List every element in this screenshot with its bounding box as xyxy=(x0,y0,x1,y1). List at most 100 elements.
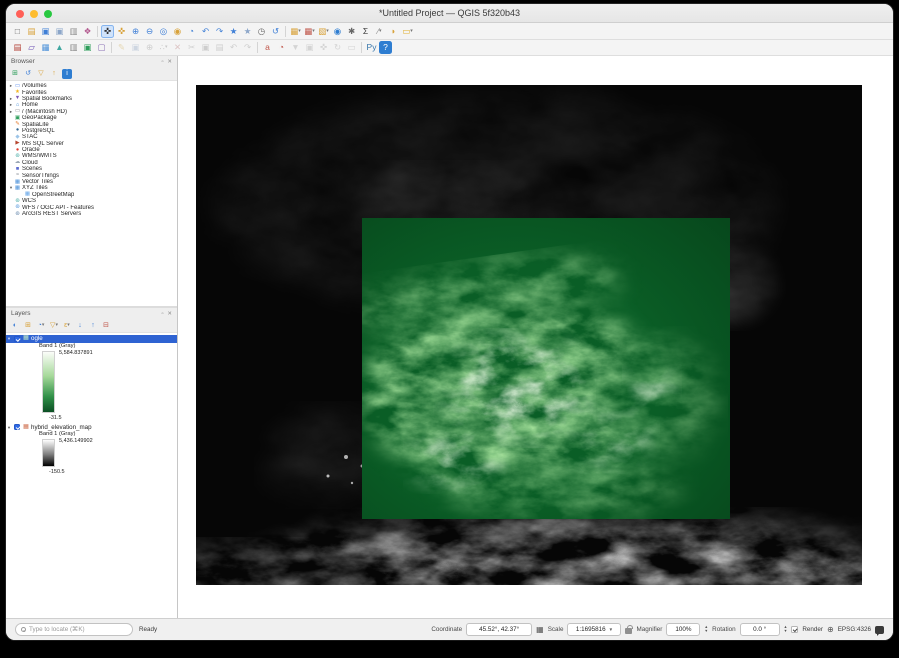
add-delimited-text-layer[interactable]: ▥ xyxy=(67,41,80,54)
expander-icon[interactable]: ▾ xyxy=(6,424,12,431)
identify-features[interactable]: ◉ xyxy=(331,25,344,38)
scale-combobox[interactable]: 1:1695816▼ xyxy=(567,623,621,636)
extent-icon[interactable]: ▦ xyxy=(536,626,544,634)
rotate-label[interactable]: ↻ xyxy=(331,41,344,54)
copy-features[interactable]: ▣ xyxy=(199,41,212,54)
filter-legend[interactable]: ▽▾ xyxy=(49,321,59,331)
title-bar[interactable]: *Untitled Project — QGIS 5f320b43 xyxy=(6,4,893,23)
add-vector-layer[interactable]: ▱ xyxy=(25,41,38,54)
close-panel-icon[interactable]: ✕ xyxy=(167,59,172,65)
redo[interactable]: ↷ xyxy=(241,41,254,54)
manage-map-themes[interactable]: ◔▾ xyxy=(36,321,46,331)
save-project-as[interactable]: ▣ xyxy=(53,25,66,38)
rotation-input[interactable]: 0.0 ° xyxy=(740,623,780,636)
filter-by-expression[interactable]: ε▾ xyxy=(62,321,72,331)
new-geopackage-layer[interactable]: ▣ xyxy=(81,41,94,54)
layer-labeling[interactable]: a xyxy=(261,41,274,54)
separator[interactable] xyxy=(111,42,112,53)
magnifier-stepper[interactable]: ▲▼ xyxy=(704,626,708,633)
add-selected-layers[interactable]: ⊞ xyxy=(10,69,20,79)
new-project[interactable]: □ xyxy=(11,25,24,38)
separator[interactable] xyxy=(285,26,286,37)
add-raster-layer[interactable]: ▦ xyxy=(39,41,52,54)
pan-to-selection[interactable]: ✜ xyxy=(115,25,128,38)
zoom-to-layers[interactable]: ◔ xyxy=(185,25,198,38)
float-panel-icon[interactable]: ▫ xyxy=(161,59,163,65)
layer-diagram[interactable]: ◔ xyxy=(275,41,288,54)
close-window-button[interactable] xyxy=(16,10,24,18)
show-spatial-bookmarks[interactable]: ★ xyxy=(241,25,254,38)
deselect-features[interactable]: ▦▾ xyxy=(303,25,316,38)
separator[interactable] xyxy=(257,42,258,53)
statistical-summary[interactable]: Σ xyxy=(359,25,372,38)
highlight-pinned-labels[interactable]: ▣ xyxy=(303,41,316,54)
zoom-last[interactable]: ↶ xyxy=(199,25,212,38)
separator[interactable] xyxy=(97,26,98,37)
new-print-layout[interactable]: ▥ xyxy=(67,25,80,38)
open-layer-styling[interactable]: ◐ xyxy=(10,321,20,331)
expander-icon[interactable]: ▾ xyxy=(6,335,12,342)
layer-visibility-checkbox[interactable] xyxy=(14,424,20,430)
zoom-full[interactable]: ◎ xyxy=(157,25,170,38)
map-canvas[interactable] xyxy=(178,56,893,618)
toggle-editing[interactable]: ✎ xyxy=(115,41,128,54)
render-checkbox[interactable] xyxy=(791,626,798,633)
help-contents[interactable]: ? xyxy=(379,41,392,54)
map-tips[interactable]: ◗ xyxy=(387,25,400,38)
vertex-tool[interactable]: ∴▾ xyxy=(157,41,170,54)
layer-visibility-checkbox[interactable] xyxy=(14,336,20,342)
change-label[interactable]: ▭ xyxy=(345,41,358,54)
zoom-in[interactable]: ⊕ xyxy=(129,25,142,38)
minimize-window-button[interactable] xyxy=(30,10,38,18)
float-panel-icon[interactable]: ▫ xyxy=(161,311,163,317)
zoom-out[interactable]: ⊖ xyxy=(143,25,156,38)
locator-search-input[interactable]: Type to locate (⌘K) xyxy=(15,623,133,636)
browser-item-arcgis-rest[interactable]: ⊚ ArcGIS REST Servers xyxy=(6,211,177,217)
data-source-manager[interactable]: ▤ xyxy=(11,41,24,54)
browser-properties[interactable]: i xyxy=(62,69,72,79)
select-features[interactable]: ▦▾ xyxy=(289,25,302,38)
refresh-browser[interactable]: ↺ xyxy=(23,69,33,79)
temporal-controller[interactable]: ◷ xyxy=(255,25,268,38)
zoom-window-button[interactable] xyxy=(44,10,52,18)
python-console[interactable]: Py xyxy=(365,41,378,54)
lock-scale-icon[interactable] xyxy=(625,628,632,634)
cut-features[interactable]: ✂ xyxy=(185,41,198,54)
pin-labels[interactable]: ▼ xyxy=(289,41,302,54)
measure[interactable]: ∕▾ xyxy=(373,25,386,38)
add-feature[interactable]: ⊕ xyxy=(143,41,156,54)
new-spatial-bookmark[interactable]: ★ xyxy=(227,25,240,38)
select-by-value[interactable]: ▧▾ xyxy=(317,25,330,38)
new-shapefile-layer[interactable]: ▢ xyxy=(95,41,108,54)
show-layout-manager[interactable]: ❖ xyxy=(81,25,94,38)
open-project[interactable]: ▤ xyxy=(25,25,38,38)
zoom-to-selection[interactable]: ◉ xyxy=(171,25,184,38)
magnifier-input[interactable]: 100% xyxy=(666,623,700,636)
separator[interactable] xyxy=(361,42,362,53)
pan-map[interactable]: ✜ xyxy=(101,25,114,38)
new-annotation[interactable]: ▭▾ xyxy=(401,25,414,38)
collapse-all[interactable]: ↑ xyxy=(88,321,98,331)
rotation-stepper[interactable]: ▲▼ xyxy=(784,626,788,633)
move-label[interactable]: ✜ xyxy=(317,41,330,54)
refresh-map[interactable]: ↺ xyxy=(269,25,282,38)
close-panel-icon[interactable]: ✕ xyxy=(167,311,172,317)
messages-icon[interactable] xyxy=(875,626,884,634)
remove-layer[interactable]: ⊟ xyxy=(101,321,111,331)
collapse-all[interactable]: ↑ xyxy=(49,69,59,79)
paste-features[interactable]: ▤ xyxy=(213,41,226,54)
zoom-next[interactable]: ↷ xyxy=(213,25,226,38)
layer-row-ogle[interactable]: ▾ ▦ ogle xyxy=(6,335,177,343)
save-project[interactable]: ▣ xyxy=(39,25,52,38)
filter-browser[interactable]: ▽ xyxy=(36,69,46,79)
expand-all[interactable]: ↓ xyxy=(75,321,85,331)
save-layer-edits[interactable]: ▣ xyxy=(129,41,142,54)
coordinate-input[interactable]: 45.52°, 42.37° xyxy=(466,623,532,636)
crs-globe-icon[interactable]: ⊕ xyxy=(827,626,834,634)
layer-row-hybrid-elevation-map[interactable]: ▾ ▦ hybrid_elevation_map xyxy=(6,424,177,432)
undo[interactable]: ↶ xyxy=(227,41,240,54)
add-mesh-layer[interactable]: ▲ xyxy=(53,41,66,54)
run-feature-action[interactable]: ✱ xyxy=(345,25,358,38)
add-group[interactable]: ⊞ xyxy=(23,321,33,331)
delete-selected[interactable]: ✕ xyxy=(171,41,184,54)
